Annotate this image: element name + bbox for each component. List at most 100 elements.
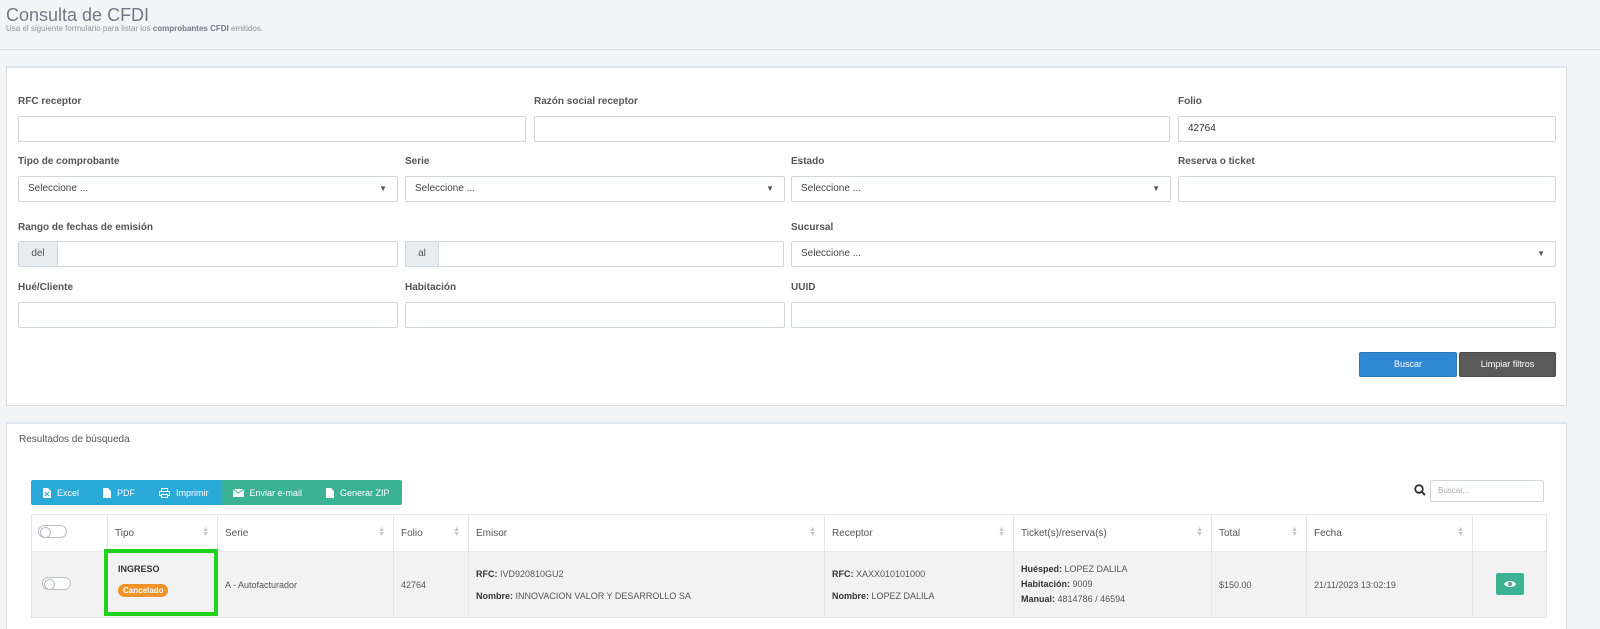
file-excel-icon [43, 487, 51, 498]
habitacion-value: 9009 [1072, 579, 1093, 589]
huesped-label: Huésped: [1021, 564, 1063, 574]
select-all-header [31, 514, 108, 552]
imprimir-label: Imprimir [176, 487, 209, 498]
manual-label: Manual: [1021, 594, 1056, 604]
folio-cell: 42764 [393, 551, 469, 618]
receptor-cell: RFC: XAXX010101000 Nombre: LOPEZ DALILA [824, 551, 1014, 618]
excel-button[interactable]: Excel [31, 480, 92, 505]
subtitle-bold: comprobantes CFDI [152, 24, 229, 33]
manual-value: 4814786 / 46594 [1057, 594, 1126, 604]
print-icon [159, 487, 171, 498]
sort-icon: ▲ ▼ [1196, 526, 1203, 538]
fecha-del-addon: del [18, 241, 58, 267]
file-zip-icon [326, 487, 335, 498]
uuid-label: UUID [791, 282, 816, 293]
envelope-icon [232, 488, 244, 497]
huesped-value: LOPEZ DALILA [1064, 564, 1128, 574]
tipo-comprobante-value: Seleccione ... [28, 183, 89, 194]
column-tipo[interactable]: Tipo ▲ ▼ [107, 514, 218, 552]
row-select-cell [31, 551, 108, 618]
column-serie-label: Serie [225, 527, 249, 539]
caret-down-icon: ▼ [766, 184, 774, 193]
estado-select[interactable]: Seleccione ... ▼ [791, 176, 1171, 202]
excel-label: Excel [57, 487, 80, 498]
serie-label: Serie [405, 156, 430, 167]
huesped-input[interactable] [18, 302, 398, 328]
caret-down-icon: ▼ [1537, 249, 1545, 258]
sucursal-label: Sucursal [791, 222, 834, 233]
imprimir-button[interactable]: Imprimir [147, 480, 221, 505]
row-select-toggle[interactable] [42, 577, 71, 590]
page-subtitle: Usa el siguiente formulario para listar … [6, 24, 263, 33]
column-folio-label: Folio [401, 527, 423, 539]
tipo-comprobante-select[interactable]: Seleccione ... ▼ [18, 176, 398, 202]
sort-icon: ▲ ▼ [378, 526, 385, 538]
pdf-button[interactable]: PDF [91, 480, 148, 505]
estado-label: Estado [791, 156, 825, 167]
emisor-nombre-label: Nombre: [476, 590, 514, 601]
caret-down-icon: ▼ [1152, 184, 1160, 193]
tipo-comprobante-label: Tipo de comprobante [18, 156, 120, 167]
sort-icon: ▲ ▼ [998, 526, 1005, 538]
razon-social-label: Razón social receptor [534, 96, 638, 107]
table-row: INGRESO Cancelado A - Autofacturador 427… [31, 551, 1547, 618]
page-header: Consulta de CFDI Usa el siguiente formul… [0, 0, 1600, 50]
serie-select[interactable]: Seleccione ... ▼ [405, 176, 785, 202]
receptor-nombre-label: Nombre: [832, 590, 870, 601]
filters-panel: RFC receptor Razón social receptor Folio… [6, 66, 1567, 406]
estado-value: Seleccione ... [801, 183, 862, 194]
column-tipo-label: Tipo [115, 527, 135, 539]
column-tickets[interactable]: Ticket(s)/reserva(s) ▲ ▼ [1013, 514, 1212, 552]
column-total[interactable]: Total ▲ ▼ [1211, 514, 1307, 552]
pdf-label: PDF [117, 487, 136, 498]
highlight-box [104, 549, 218, 616]
fecha-del-input[interactable] [57, 241, 398, 267]
emisor-nombre: Nombre: INNOVACION VALOR Y DESARROLLO SA [476, 585, 824, 607]
fecha-al-input[interactable] [438, 241, 784, 267]
receptor-nombre: Nombre: LOPEZ DALILA [832, 585, 1013, 607]
view-button[interactable] [1496, 572, 1524, 595]
folio-input[interactable]: 42764 [1178, 116, 1556, 142]
column-total-label: Total [1219, 527, 1241, 539]
sort-icon: ▲ ▼ [202, 526, 209, 538]
huesped-line: Huésped: LOPEZ DALILA [1021, 562, 1211, 577]
habitacion-input[interactable] [405, 302, 785, 328]
caret-down-icon: ▼ [379, 184, 387, 193]
generar-zip-button[interactable]: Generar ZIP [314, 480, 402, 505]
column-fecha[interactable]: Fecha ▲ ▼ [1306, 514, 1473, 552]
habitacion-label: Habitación: [1021, 579, 1071, 589]
enviar-email-button[interactable]: Enviar e-mail [220, 480, 315, 505]
sort-icon: ▲ ▼ [453, 526, 460, 538]
buscar-button[interactable]: Buscar [1359, 352, 1457, 377]
results-table: Tipo ▲ ▼ Serie ▲ ▼ Folio ▲ ▼ Emisor ▲ ▼ Rece… [31, 514, 1547, 618]
sucursal-select[interactable]: Seleccione ... ▼ [791, 241, 1556, 267]
sort-icon: ▲ ▼ [809, 526, 816, 538]
subtitle-text-end: emitidos. [231, 24, 264, 33]
select-all-toggle[interactable] [38, 525, 67, 538]
table-search-input[interactable]: Buscar... [1430, 480, 1544, 502]
total-cell: $150.00 [1211, 551, 1307, 618]
receptor-rfc-label: RFC: [832, 568, 854, 579]
results-title: Resultados de búsqueda [19, 434, 130, 445]
limpiar-filtros-button[interactable]: Limpiar filtros [1459, 352, 1556, 377]
habitacion-line: Habitación: 9009 [1021, 577, 1211, 592]
uuid-input[interactable] [791, 302, 1556, 328]
column-fecha-label: Fecha [1314, 527, 1342, 539]
razon-social-input[interactable] [534, 116, 1170, 142]
huesped-label: Hué/Cliente [18, 282, 74, 293]
reserva-input[interactable] [1178, 176, 1556, 202]
rfc-receptor-input[interactable] [18, 116, 526, 142]
column-receptor[interactable]: Receptor ▲ ▼ [824, 514, 1014, 552]
sucursal-value: Seleccione ... [801, 248, 862, 259]
receptor-rfc-value: XAXX010101000 [856, 568, 926, 579]
enviar-email-label: Enviar e-mail [249, 487, 303, 498]
manual-line: Manual: 4814786 / 46594 [1021, 592, 1211, 607]
column-emisor[interactable]: Emisor ▲ ▼ [468, 514, 825, 552]
reserva-label: Reserva o ticket [1178, 156, 1255, 167]
column-serie[interactable]: Serie ▲ ▼ [217, 514, 394, 552]
subtitle-text: Usa el siguiente formulario para listar … [6, 24, 151, 33]
column-folio[interactable]: Folio ▲ ▼ [393, 514, 469, 552]
serie-cell: A - Autofacturador [217, 551, 394, 618]
table-header-row: Tipo ▲ ▼ Serie ▲ ▼ Folio ▲ ▼ Emisor ▲ ▼ Rece… [31, 514, 1547, 552]
serie-value: Seleccione ... [415, 183, 476, 194]
